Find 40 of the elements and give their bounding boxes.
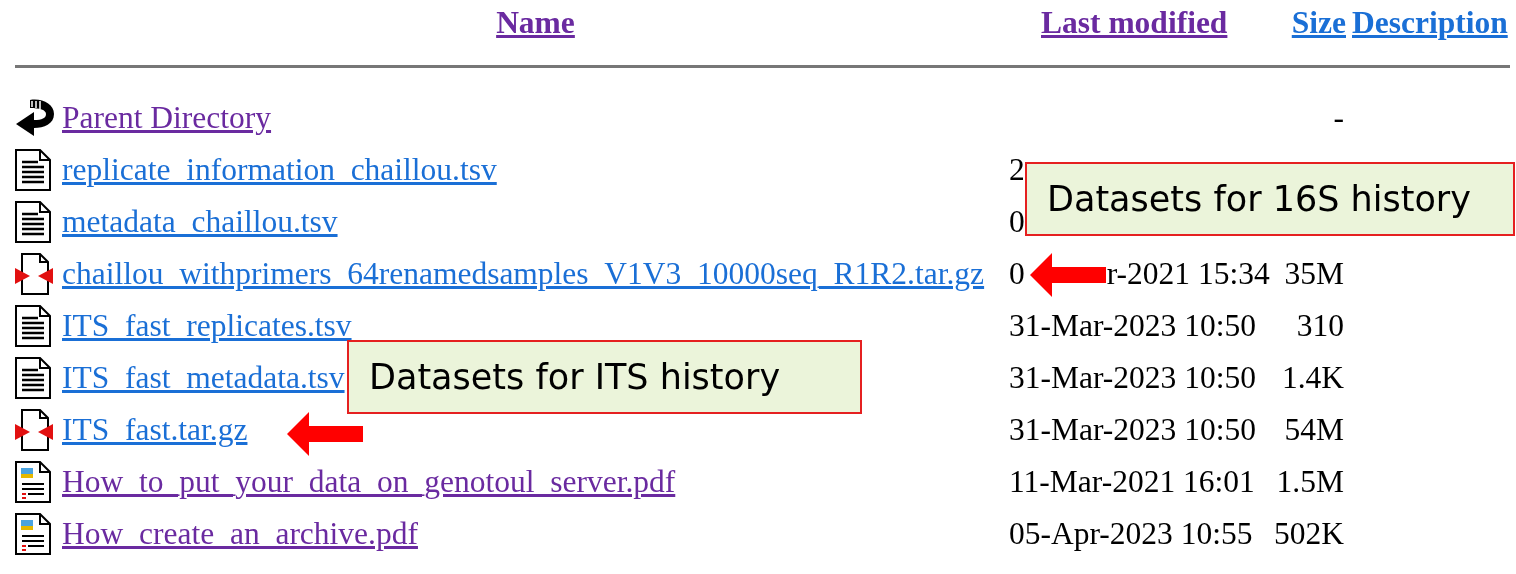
file-link[interactable]: replicate_information_chaillou.tsv bbox=[62, 152, 497, 187]
file-link[interactable]: chaillou_withprimers_64renamedsamples_V1V3_10000seq_R1R2.tar.gz bbox=[62, 256, 985, 291]
size-text: 1.4K bbox=[1281, 360, 1345, 396]
file-link[interactable]: ITS_fast_replicates.tsv bbox=[62, 308, 352, 343]
callout-label: Datasets for 16S history bbox=[1025, 162, 1515, 236]
size-text: - bbox=[1333, 100, 1345, 136]
column-header-link[interactable]: Size bbox=[1291, 5, 1346, 41]
size-text: 54M bbox=[1284, 412, 1345, 448]
column-header-link[interactable]: Name bbox=[496, 5, 575, 41]
archive-file-icon bbox=[14, 252, 54, 296]
archive-file-icon bbox=[14, 408, 54, 452]
date-text: 05-Apr-2023 10:55 bbox=[1009, 516, 1253, 552]
column-header-link[interactable]: Last modified bbox=[1009, 5, 1228, 41]
text-file-icon bbox=[14, 200, 52, 244]
text-file-icon bbox=[14, 304, 52, 348]
size-text: 35M bbox=[1284, 256, 1345, 292]
file-link[interactable]: ITS_fast.tar.gz bbox=[62, 412, 248, 447]
file-link[interactable]: Parent Directory bbox=[62, 100, 272, 135]
date-text: 0 bbox=[1009, 256, 1025, 292]
date-text: 31-Mar-2023 10:50 bbox=[1009, 308, 1256, 344]
file-link[interactable]: ITS_fast_metadata.tsv bbox=[62, 360, 345, 395]
date-text: 0 bbox=[1009, 204, 1025, 240]
date-text: 31-Mar-2023 10:50 bbox=[1009, 412, 1256, 448]
date-text: r-2021 15:34 bbox=[1106, 256, 1270, 292]
back-arrow-icon bbox=[14, 98, 56, 138]
file-link[interactable]: How_to_put_your_data_on_genotoul_server.pdf bbox=[62, 464, 676, 499]
date-text: 31-Mar-2023 10:50 bbox=[1009, 360, 1256, 396]
text-file-icon bbox=[14, 356, 52, 400]
image-document-icon bbox=[14, 460, 52, 504]
size-text: 502K bbox=[1274, 516, 1345, 552]
size-text: 1.5M bbox=[1276, 464, 1345, 500]
file-link[interactable]: metadata_chaillou.tsv bbox=[62, 204, 338, 239]
date-text: 11-Mar-2021 16:01 bbox=[1009, 464, 1255, 500]
file-link[interactable]: How_create_an_archive.pdf bbox=[62, 516, 418, 551]
callout-label: Datasets for ITS history bbox=[347, 340, 862, 414]
column-header-link[interactable]: Description bbox=[1346, 5, 1508, 41]
text-file-icon bbox=[14, 148, 52, 192]
date-text: 2 bbox=[1009, 152, 1025, 188]
image-document-icon bbox=[14, 512, 52, 556]
size-text: 310 bbox=[1296, 308, 1345, 344]
